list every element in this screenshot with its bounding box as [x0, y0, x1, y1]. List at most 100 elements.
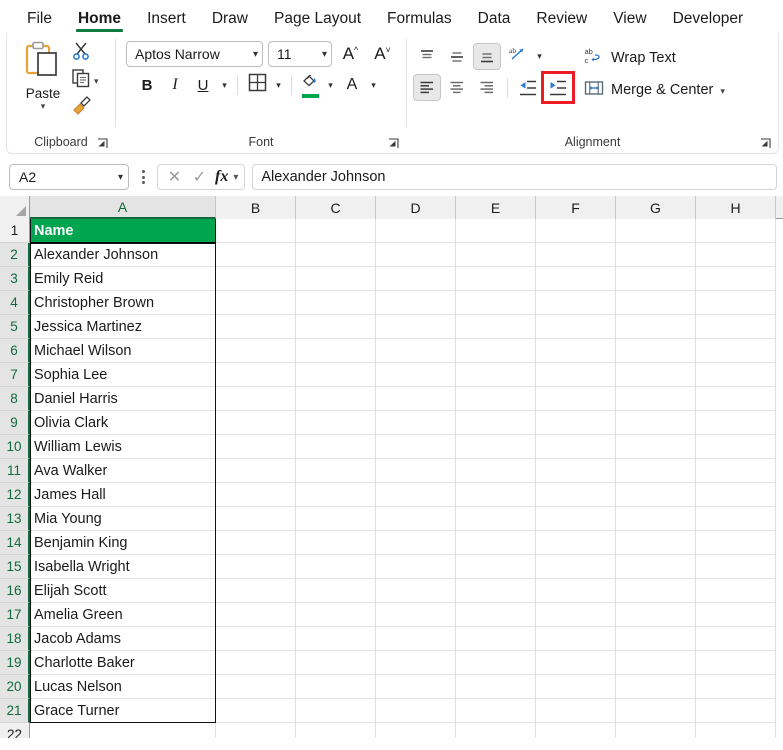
cell-F16[interactable]: [536, 579, 616, 603]
cell-G20[interactable]: [616, 675, 696, 699]
cell-F21[interactable]: [536, 699, 616, 723]
cell-E20[interactable]: [456, 675, 536, 699]
cell-B16[interactable]: [216, 579, 296, 603]
cell-C18[interactable]: [296, 627, 376, 651]
confirm-check-icon[interactable]: ✓: [189, 166, 210, 188]
cell-E4[interactable]: [456, 291, 536, 315]
borders-chevron-down-icon[interactable]: ▾: [272, 72, 285, 98]
cell-B19[interactable]: [216, 651, 296, 675]
cell-C21[interactable]: [296, 699, 376, 723]
cell-B4[interactable]: [216, 291, 296, 315]
cell-D16[interactable]: [376, 579, 456, 603]
cell-A1[interactable]: Name: [30, 219, 216, 243]
cancel-x-icon[interactable]: ✕: [164, 166, 185, 188]
column-header-a[interactable]: A: [30, 196, 216, 219]
tab-draw[interactable]: Draw: [199, 10, 261, 34]
cell-F19[interactable]: [536, 651, 616, 675]
cell-F13[interactable]: [536, 507, 616, 531]
cell-B10[interactable]: [216, 435, 296, 459]
cell-C5[interactable]: [296, 315, 376, 339]
cell-D14[interactable]: [376, 531, 456, 555]
cell-B8[interactable]: [216, 387, 296, 411]
cell-H2[interactable]: [696, 243, 776, 267]
cell-C11[interactable]: [296, 459, 376, 483]
cell-A5[interactable]: Jessica Martinez: [30, 315, 216, 339]
cell-F22[interactable]: [536, 723, 616, 738]
tab-data[interactable]: Data: [465, 10, 524, 34]
cell-D9[interactable]: [376, 411, 456, 435]
formula-chevron-down-icon[interactable]: ▾: [233, 172, 238, 183]
cell-F12[interactable]: [536, 483, 616, 507]
cell-B17[interactable]: [216, 603, 296, 627]
cell-G16[interactable]: [616, 579, 696, 603]
cell-A9[interactable]: Olivia Clark: [30, 411, 216, 435]
alignment-dialog-launcher-icon[interactable]: [759, 137, 772, 150]
cell-D7[interactable]: [376, 363, 456, 387]
cell-C20[interactable]: [296, 675, 376, 699]
align-center-button[interactable]: [443, 74, 471, 101]
cell-C9[interactable]: [296, 411, 376, 435]
cell-F17[interactable]: [536, 603, 616, 627]
cell-F10[interactable]: [536, 435, 616, 459]
cell-H8[interactable]: [696, 387, 776, 411]
cell-D6[interactable]: [376, 339, 456, 363]
cell-B15[interactable]: [216, 555, 296, 579]
cell-B7[interactable]: [216, 363, 296, 387]
row-header-8[interactable]: 8: [0, 387, 30, 411]
cell-D15[interactable]: [376, 555, 456, 579]
cell-G2[interactable]: [616, 243, 696, 267]
row-header-18[interactable]: 18: [0, 627, 30, 651]
cell-H6[interactable]: [696, 339, 776, 363]
column-header-d[interactable]: D: [376, 196, 456, 219]
cell-F3[interactable]: [536, 267, 616, 291]
cell-A8[interactable]: Daniel Harris: [30, 387, 216, 411]
cell-C17[interactable]: [296, 603, 376, 627]
row-header-6[interactable]: 6: [0, 339, 30, 363]
cell-H17[interactable]: [696, 603, 776, 627]
cell-B13[interactable]: [216, 507, 296, 531]
row-header-2[interactable]: 2: [0, 243, 30, 267]
tab-page-layout[interactable]: Page Layout: [261, 10, 374, 34]
row-header-11[interactable]: 11: [0, 459, 30, 483]
cell-E15[interactable]: [456, 555, 536, 579]
clipboard-dialog-launcher-icon[interactable]: [96, 137, 109, 150]
wrap-text-button[interactable]: ab c Wrap Text: [584, 45, 725, 71]
cell-F18[interactable]: [536, 627, 616, 651]
cell-A20[interactable]: Lucas Nelson: [30, 675, 216, 699]
paste-chevron-down-icon[interactable]: ▾: [41, 102, 46, 111]
font-name-chevron-down-icon[interactable]: ▾: [247, 49, 258, 60]
underline-chevron-down-icon[interactable]: ▾: [218, 72, 231, 98]
cell-A3[interactable]: Emily Reid: [30, 267, 216, 291]
decrease-font-size-button[interactable]: A ˅: [369, 41, 396, 67]
cell-C2[interactable]: [296, 243, 376, 267]
cell-B2[interactable]: [216, 243, 296, 267]
cell-D17[interactable]: [376, 603, 456, 627]
increase-indent-button[interactable]: [541, 71, 575, 104]
cell-C19[interactable]: [296, 651, 376, 675]
cell-F9[interactable]: [536, 411, 616, 435]
decrease-indent-button[interactable]: [514, 74, 542, 101]
cell-H10[interactable]: [696, 435, 776, 459]
cell-H16[interactable]: [696, 579, 776, 603]
cell-F8[interactable]: [536, 387, 616, 411]
copy-button[interactable]: ▾: [71, 68, 99, 92]
font-size-chevron-down-icon[interactable]: ▾: [316, 49, 327, 60]
row-header-19[interactable]: 19: [0, 651, 30, 675]
cell-G6[interactable]: [616, 339, 696, 363]
cell-G18[interactable]: [616, 627, 696, 651]
cell-G21[interactable]: [616, 699, 696, 723]
cell-F5[interactable]: [536, 315, 616, 339]
cell-G1[interactable]: [616, 219, 696, 243]
cell-H4[interactable]: [696, 291, 776, 315]
column-header-f[interactable]: F: [536, 196, 616, 219]
row-header-15[interactable]: 15: [0, 555, 30, 579]
cell-G15[interactable]: [616, 555, 696, 579]
cell-C10[interactable]: [296, 435, 376, 459]
orientation-chevron-down-icon[interactable]: ▾: [533, 44, 546, 70]
cell-G7[interactable]: [616, 363, 696, 387]
select-all-corner-button[interactable]: [0, 196, 30, 219]
cell-A18[interactable]: Jacob Adams: [30, 627, 216, 651]
align-bottom-button[interactable]: [473, 43, 501, 70]
merge-and-center-button[interactable]: Merge & Center ▾: [584, 77, 725, 103]
cell-D20[interactable]: [376, 675, 456, 699]
